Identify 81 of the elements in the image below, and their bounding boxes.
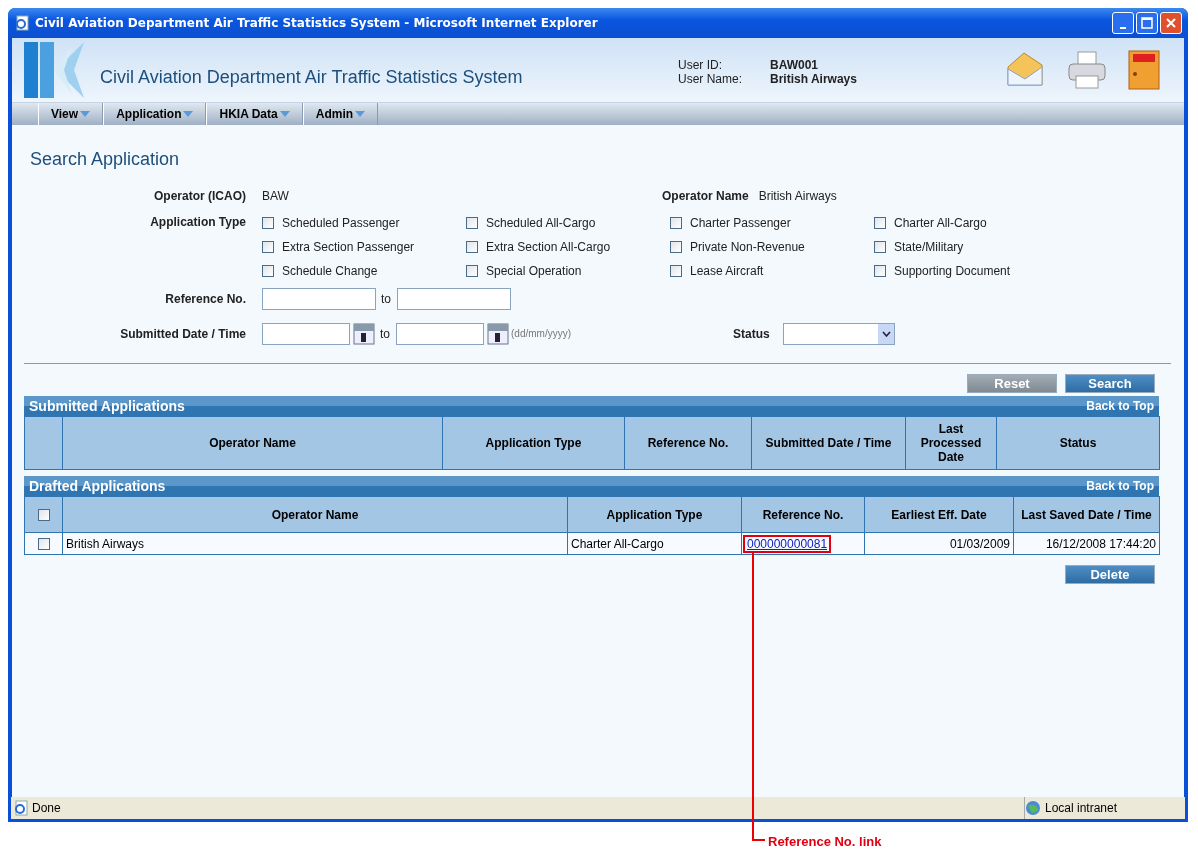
caret-icon xyxy=(881,330,891,337)
field-label: Reference No. xyxy=(164,290,247,308)
column-header: Earliest Eff. Date xyxy=(864,496,1014,533)
input-field[interactable] xyxy=(262,287,376,310)
envelope-icon[interactable] xyxy=(1004,51,1046,89)
search-button[interactable]: Search xyxy=(1065,374,1155,393)
column-header: Submitted Date / Time xyxy=(751,416,906,470)
checkbox-option[interactable]: Scheduled Passenger xyxy=(262,211,466,235)
calendar-icon[interactable] xyxy=(353,322,375,345)
user-name-label: User Name: xyxy=(678,72,743,86)
column-header: Status xyxy=(996,416,1160,470)
checkbox-option[interactable]: Extra Section All-Cargo xyxy=(466,235,670,259)
calendar-icon[interactable] xyxy=(487,322,509,345)
checkbox-option[interactable]: Charter Passenger xyxy=(670,211,874,235)
date-format-hint: (dd/mm/yyyy) xyxy=(511,328,572,339)
checkbox-option[interactable]: Extra Section Passenger xyxy=(262,235,466,259)
input-field[interactable] xyxy=(397,287,511,310)
status-dropdown[interactable] xyxy=(783,322,895,345)
status-text: Done xyxy=(32,801,61,815)
exit-door-icon[interactable] xyxy=(1128,50,1160,90)
app-title: Civil Aviation Department Air Traffic Statistics System xyxy=(100,66,524,88)
maximize-button[interactable] xyxy=(1136,12,1158,34)
field-label: Status xyxy=(733,326,771,341)
user-name: British Airways xyxy=(770,72,857,86)
user-id: BAW001 xyxy=(770,58,820,72)
range-separator: to xyxy=(381,291,391,306)
input-field[interactable] xyxy=(396,322,484,345)
table-cell: 01/03/2009 xyxy=(864,532,1014,555)
table-cell: Charter All-Cargo xyxy=(567,532,742,555)
close-icon xyxy=(1165,17,1177,29)
column-header: Last Processed Date xyxy=(905,416,997,470)
checkbox-option[interactable]: Schedule Change xyxy=(262,259,466,283)
checkbox-option[interactable]: State/Military xyxy=(874,235,1078,259)
maximize-icon xyxy=(1141,17,1153,29)
field-label: Submitted Date / Time xyxy=(119,325,247,343)
caret-icon xyxy=(183,111,194,117)
field-label: Operator (ICAO) xyxy=(153,187,247,205)
page-icon xyxy=(13,800,29,816)
table-cell: British Airways xyxy=(62,532,568,555)
column-header: Application Type xyxy=(567,496,742,533)
checkbox-option[interactable]: Charter All-Cargo xyxy=(874,211,1078,235)
section-title: Drafted Applications xyxy=(29,478,166,494)
back-to-top-link[interactable]: Back to Top xyxy=(1086,399,1154,413)
column-header: Operator Name xyxy=(62,496,568,533)
column-header: Operator Name xyxy=(62,416,443,470)
row-checkbox[interactable] xyxy=(37,538,50,551)
browser-icon xyxy=(14,15,30,31)
logo-icon xyxy=(24,42,86,98)
column-header: Last Saved Date / Time xyxy=(1013,496,1160,533)
checkbox-option[interactable]: Scheduled All-Cargo xyxy=(466,211,670,235)
select-all-checkbox[interactable] xyxy=(37,509,50,522)
delete-button[interactable]: Delete xyxy=(1065,565,1155,584)
minimize-button[interactable] xyxy=(1112,12,1134,34)
back-to-top-link[interactable]: Back to Top xyxy=(1086,479,1154,493)
column-header: Reference No. xyxy=(624,416,752,470)
column-header: Application Type xyxy=(442,416,625,470)
section-title: Submitted Applications xyxy=(29,398,185,414)
window-title: Civil Aviation Department Air Traffic Statistics System - Microsoft Internet Explorer xyxy=(35,16,599,30)
range-separator: to xyxy=(380,326,390,341)
input-field[interactable] xyxy=(262,322,350,345)
page-title: Search Application xyxy=(30,149,181,170)
checkbox-option[interactable]: Private Non-Revenue xyxy=(670,235,874,259)
checkbox-option[interactable]: Lease Aircraft xyxy=(670,259,874,283)
caret-icon xyxy=(355,111,366,117)
field-value: BAW xyxy=(262,188,290,203)
table-cell: 16/12/2008 17:44:20 xyxy=(1013,532,1160,555)
close-button[interactable] xyxy=(1160,12,1182,34)
zone-text: Local intranet xyxy=(1045,801,1118,815)
field-label: Operator Name xyxy=(662,188,749,203)
field-label: Application Type xyxy=(149,214,247,231)
annotation-label: Reference No. link xyxy=(768,834,882,849)
caret-icon xyxy=(279,111,290,117)
caret-icon xyxy=(80,111,91,117)
globe-icon xyxy=(1025,800,1041,816)
checkbox-option[interactable]: Supporting Document xyxy=(874,259,1078,283)
minimize-icon xyxy=(1120,27,1126,29)
printer-icon[interactable] xyxy=(1066,50,1108,90)
checkbox-option[interactable]: Special Operation xyxy=(466,259,670,283)
column-header: Reference No. xyxy=(741,496,865,533)
user-id-label: User ID: xyxy=(678,58,723,72)
field-value: British Airways xyxy=(758,188,837,203)
